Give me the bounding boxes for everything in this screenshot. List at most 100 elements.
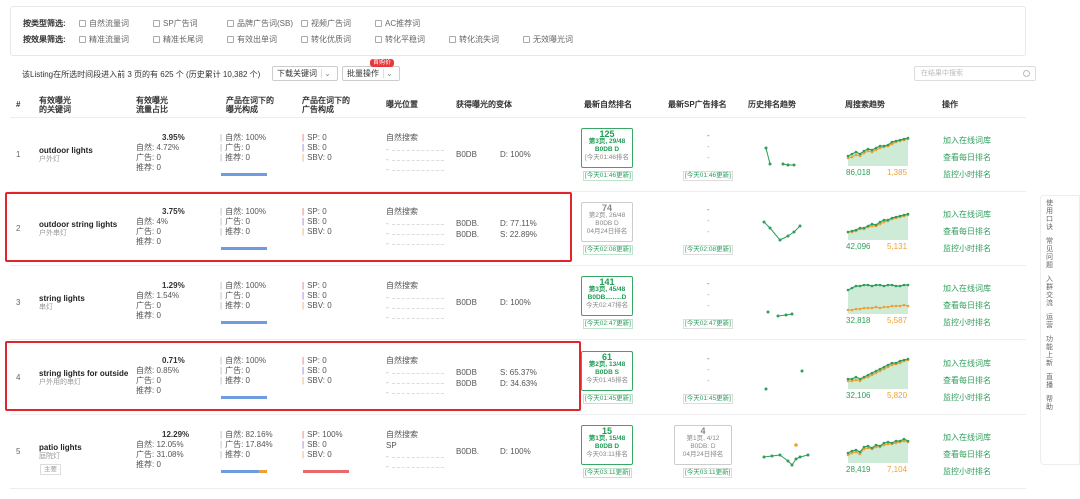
hourly-monitor-link[interactable]: 监控小时排名: [943, 240, 991, 257]
weekly-green-point: [886, 218, 890, 222]
natural-rank-asin: B0DB D: [594, 443, 620, 450]
filter-invalid[interactable]: 无效曝光词: [523, 34, 597, 45]
table-row: 1 outdoor lights 户外灯 3.95% 自然: 4.72% 广告: 0 推荐:…: [10, 118, 1026, 192]
checkbox-icon[interactable]: [375, 19, 382, 27]
filter-video[interactable]: 视频广告词: [301, 18, 375, 29]
checkbox-icon[interactable]: [301, 35, 308, 43]
exposure-exp_rec: | 推荐: 0: [220, 450, 250, 460]
weekly-green-point: [898, 138, 902, 142]
checkbox-icon[interactable]: [449, 35, 456, 43]
filter-precise[interactable]: 精准流量词: [79, 34, 153, 45]
effect-filter-label: 按效果筛选:: [23, 34, 66, 44]
filter-stable[interactable]: 转化平稳词: [375, 34, 449, 45]
exposure-bar: [221, 173, 267, 176]
filter-order[interactable]: 有效出单词: [227, 34, 301, 45]
filter-natural[interactable]: 自然流量词: [79, 18, 153, 29]
side-panel-item[interactable]: 使用口诀: [1043, 200, 1057, 232]
weekly-green-point: [898, 284, 902, 288]
filter-longtail[interactable]: 精准长尾词: [153, 34, 227, 45]
type-filter-label: 按类型筛选:: [23, 18, 66, 28]
checkbox-icon[interactable]: [153, 35, 160, 43]
filter-quality[interactable]: 转化优质词: [301, 34, 375, 45]
weekly-search-chart: [846, 437, 910, 463]
daily-rank-link[interactable]: 查看每日排名: [943, 149, 991, 166]
side-panel-item[interactable]: 功能上新: [1043, 336, 1057, 368]
ad-sbv: | SBV: 0: [302, 153, 332, 163]
sp-rank-box[interactable]: 4 第1页, 4/12 B0DB: D 04月24日排名: [674, 425, 732, 465]
natural-rank-box[interactable]: 125 第3页, 29/48 B0DB D [今天01:46排名: [581, 128, 633, 168]
weekly-search-rank: 5,587: [887, 316, 908, 325]
checkbox-icon[interactable]: [79, 19, 86, 27]
daily-rank-link[interactable]: 查看每日排名: [943, 297, 991, 314]
share-ad: 广告: 0: [136, 301, 161, 310]
daily-rank-link[interactable]: 查看每日排名: [943, 372, 991, 389]
dashed-line: [392, 318, 444, 319]
exposure-position: 自然搜索: [386, 133, 418, 142]
weekly-orange-point: [866, 306, 870, 310]
add-to-library-link[interactable]: 加入在线词库: [943, 429, 991, 446]
dashed-line: [392, 160, 444, 161]
natural-rank-box[interactable]: 74 第2页, 26/48 B0DB D 04月24日排名: [581, 202, 633, 242]
col-share[interactable]: 有效曝光 流量占比: [136, 96, 168, 114]
side-panel-item[interactable]: 运营: [1043, 314, 1057, 330]
result-summary: 该Listing在所选时间段进入前 3 页的有 625 个 (历史累计 10,3…: [22, 70, 261, 79]
ad-sp: | SP: 100%: [302, 430, 343, 440]
col-ad-composition: 产品在词下的 广告构成: [302, 96, 350, 114]
side-panel-item[interactable]: 帮助: [1043, 396, 1057, 412]
exposure-value: 自然: 100%: [225, 281, 266, 290]
checkbox-icon[interactable]: [153, 19, 160, 27]
checkbox-icon[interactable]: [79, 35, 86, 43]
pipe-divider: |: [302, 143, 305, 152]
ad-value: SBV: 0: [307, 450, 332, 459]
side-panel-item[interactable]: 入群交流: [1043, 276, 1057, 308]
hourly-monitor-link[interactable]: 监控小时排名: [943, 389, 991, 406]
search-input[interactable]: 在结果中搜索: [914, 66, 1036, 81]
hourly-monitor-link[interactable]: 监控小时排名: [943, 463, 991, 480]
daily-rank-link[interactable]: 查看每日排名: [943, 446, 991, 463]
checkbox-icon[interactable]: [227, 35, 234, 43]
side-help-panel[interactable]: 使用口诀常见问题入群交流运营功能上新直播帮助: [1040, 195, 1080, 465]
weekly-green-point: [894, 139, 898, 143]
pipe-divider: |: [220, 153, 223, 162]
natural-rank-page: 第3页, 29/48: [588, 138, 626, 145]
checkbox-icon[interactable]: [301, 19, 308, 27]
natural-rank-box[interactable]: 61 第2页, 13/48 B0DB S 今天01:45排名: [581, 351, 633, 391]
pipe-divider: |: [302, 301, 305, 310]
weekly-green-point: [906, 439, 910, 443]
natural-rank-box[interactable]: 15 第1页, 15/48 B0DB D 今天03:11排名: [581, 425, 633, 465]
side-panel-item[interactable]: 常见问题: [1043, 238, 1057, 270]
side-panel-item[interactable]: 直播: [1043, 374, 1057, 390]
pipe-divider: |: [302, 440, 305, 449]
hourly-monitor-link[interactable]: 监控小时排名: [943, 314, 991, 331]
search-icon[interactable]: [1023, 70, 1030, 77]
pipe-divider: |: [302, 291, 305, 300]
col-weekly-trend[interactable]: 周搜索趋势: [845, 100, 885, 109]
ad-sbv: | SBV: 0: [302, 450, 332, 460]
download-keywords-button[interactable]: 下载关键词 ⌄: [272, 66, 338, 81]
filter-lost[interactable]: 转化流失词: [449, 34, 523, 45]
daily-rank-link[interactable]: 查看每日排名: [943, 223, 991, 240]
filter-sb[interactable]: 品牌广告词(SB): [227, 18, 301, 29]
natural-rank-box[interactable]: 141 第3页, 45/48 B0DB.........D 今天02:47排名: [581, 276, 633, 316]
ad-sp: | SP: 0: [302, 281, 327, 291]
checkbox-icon[interactable]: [227, 19, 234, 27]
weekly-green-point: [898, 359, 902, 363]
checkbox-icon[interactable]: [375, 35, 382, 43]
weekly-green-point: [882, 365, 886, 369]
natural-rank-asin: B0DB S: [595, 369, 619, 376]
add-to-library-link[interactable]: 加入在线词库: [943, 206, 991, 223]
exposure-exp_nat: | 自然: 100%: [220, 133, 266, 143]
weekly-green-point: [878, 444, 882, 448]
filter-sp[interactable]: SP广告词: [153, 18, 227, 29]
add-to-library-link[interactable]: 加入在线词库: [943, 280, 991, 297]
filter-ac[interactable]: AC推荐词: [375, 18, 449, 29]
batch-operation-button[interactable]: 批量操作 ⌄: [342, 66, 400, 81]
history-line-segment: [765, 147, 771, 165]
hourly-monitor-link[interactable]: 监控小时排名: [943, 166, 991, 183]
chevron-down-icon: ⌄: [383, 69, 395, 78]
add-to-library-link[interactable]: 加入在线词库: [943, 132, 991, 149]
add-to-library-link[interactable]: 加入在线词库: [943, 355, 991, 372]
checkbox-icon[interactable]: [523, 35, 530, 43]
col-sp-rank[interactable]: 最新SP广告排名: [668, 100, 727, 109]
col-natural-rank[interactable]: 最新自然排名: [584, 100, 632, 109]
